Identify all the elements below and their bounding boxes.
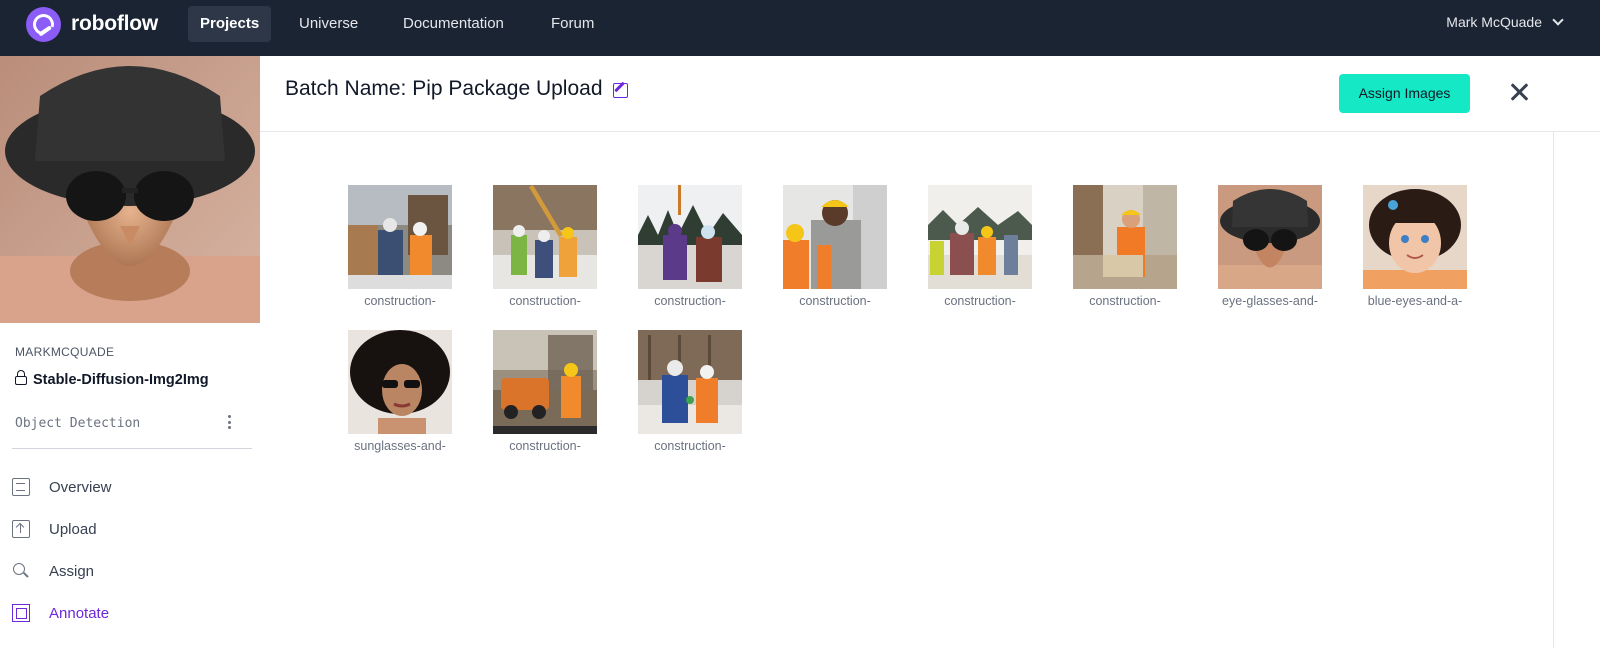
sidebar-item-label: Annotate [49,604,110,622]
image-label: construction- [364,294,436,308]
image-thumbnail [493,185,597,289]
image-thumbnail [1218,185,1322,289]
image-tile[interactable]: construction- [348,185,452,308]
sidebar-item-upload[interactable]: Upload [12,516,97,542]
image-tile[interactable]: sunglasses-and- [348,330,452,453]
project-name-text: Stable-Diffusion-Img2Img [33,372,209,388]
project-owner: MARKMCQUADE [15,345,115,359]
batch-title-text: Batch Name: Pip Package Upload [285,77,603,100]
project-name[interactable]: Stable-Diffusion-Img2Img [15,370,215,391]
brand-name: roboflow [71,12,159,35]
edit-icon[interactable] [612,82,628,98]
lock-icon [15,370,27,385]
image-tile[interactable]: construction- [638,330,742,453]
chevron-down-icon [1552,14,1564,26]
image-thumbnail [638,330,742,434]
image-label: construction- [654,439,726,453]
image-label: construction- [654,294,726,308]
nav-projects[interactable]: Projects [188,6,272,42]
image-label: sunglasses-and- [354,439,446,453]
nav-forum[interactable]: Forum [539,6,606,42]
roboflow-logo-icon [26,6,61,42]
image-thumbnail [928,185,1032,289]
project-sidebar: MARKMCQUADE Stable-Diffusion-Img2Img Obj… [0,56,260,648]
image-thumbnail [348,330,452,434]
more-options-icon[interactable] [222,411,236,433]
project-thumbnail [0,56,260,323]
nav-documentation[interactable]: Documentation [391,6,516,42]
sidebar-item-assign[interactable]: Assign [12,558,94,584]
close-icon[interactable] [1508,80,1532,104]
batch-title: Batch Name: Pip Package Upload [285,77,628,101]
user-menu[interactable]: Mark McQuade [1446,14,1564,30]
image-label: construction- [1089,294,1161,308]
annotate-icon [12,604,30,622]
image-tile[interactable]: construction- [493,330,597,453]
project-type: Object Detection [15,416,141,431]
search-icon [12,562,30,580]
assign-images-button[interactable]: Assign Images [1339,74,1470,113]
image-tile[interactable]: blue-eyes-and-a- [1363,185,1467,308]
image-thumbnail [638,185,742,289]
image-label: construction- [944,294,1016,308]
image-label: eye-glasses-and- [1222,294,1318,308]
sidebar-item-label: Assign [49,562,95,580]
top-navbar: roboflow Projects Universe Documentation… [0,0,1600,56]
image-thumbnail [493,330,597,434]
user-name: Mark McQuade [1446,14,1542,30]
sidebar-item-annotate[interactable]: Annotate [12,600,109,626]
image-thumbnail [348,185,452,289]
upload-icon [12,520,30,538]
image-tile[interactable]: construction- [783,185,887,308]
image-label: construction- [799,294,871,308]
sidebar-item-label: Upload [49,520,97,538]
roboflow-logo[interactable]: roboflow [26,6,158,42]
image-tile[interactable]: construction- [638,185,742,308]
image-thumbnail [1363,185,1467,289]
overview-icon [12,478,30,496]
sidebar-item-overview[interactable]: Overview [12,474,112,500]
image-tile[interactable]: construction- [1073,185,1177,308]
image-tile[interactable]: construction- [928,185,1032,308]
image-label: construction- [509,294,581,308]
image-label: blue-eyes-and-a- [1367,294,1463,308]
image-tile[interactable]: eye-glasses-and- [1218,185,1322,308]
nav-universe[interactable]: Universe [287,6,370,42]
batch-header: Batch Name: Pip Package Upload Assign Im… [260,56,1600,132]
image-thumbnail [783,185,887,289]
image-thumbnail [1073,185,1177,289]
sidebar-item-label: Overview [49,478,112,496]
sidebar-divider [12,448,252,449]
scrollbar[interactable] [1553,132,1554,648]
image-tile[interactable]: construction- [493,185,597,308]
image-label: construction- [509,439,581,453]
